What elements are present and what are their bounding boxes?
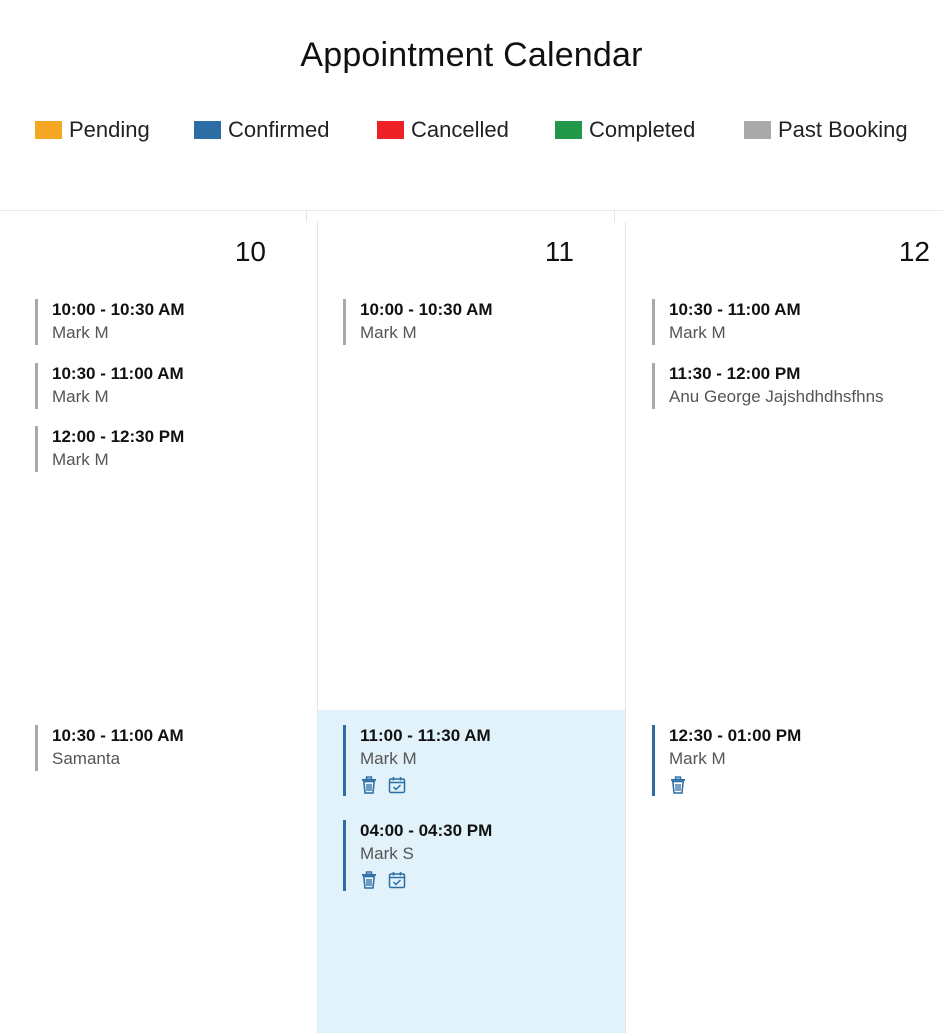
appointment-client-name: Mark M: [669, 749, 726, 768]
header-tick: [306, 210, 307, 222]
legend-swatch-pending: [35, 121, 62, 139]
trash-icon[interactable]: [360, 871, 378, 889]
appointment-time: 10:00 - 10:30 AM: [360, 300, 493, 319]
appointment-client-name: Mark M: [52, 450, 109, 469]
status-legend: Pending Confirmed Cancelled Completed Pa…: [0, 116, 943, 144]
appointment-card[interactable]: 10:30 - 11:00 AM Samanta: [35, 725, 184, 771]
appointment-client-name: Mark M: [669, 323, 726, 342]
column-divider: [625, 222, 626, 1033]
appointment-calendar-page: Appointment Calendar Pending Confirmed C…: [0, 0, 943, 1033]
calendar-check-icon[interactable]: [388, 871, 406, 889]
appointment-client-name: Anu George Jajshdhdhsfhns: [669, 387, 884, 406]
legend-item-pending: Pending: [35, 116, 150, 144]
appointment-time: 10:00 - 10:30 AM: [52, 300, 185, 319]
legend-swatch-completed: [555, 121, 582, 139]
appointment-time: 10:30 - 11:00 AM: [52, 364, 184, 383]
appointment-card[interactable]: 10:30 - 11:00 AM Mark M: [652, 299, 801, 345]
legend-swatch-cancelled: [377, 121, 404, 139]
appointment-actions: [360, 774, 491, 796]
appointment-actions: [669, 774, 801, 796]
appointment-client-name: Mark S: [360, 844, 414, 863]
legend-label-past-booking: Past Booking: [778, 117, 908, 142]
appointment-client-name: Mark M: [52, 387, 109, 406]
trash-icon[interactable]: [669, 776, 687, 794]
appointment-card[interactable]: 10:30 - 11:00 AM Mark M: [35, 363, 184, 409]
legend-swatch-past-booking: [744, 121, 771, 139]
legend-item-past-booking: Past Booking: [744, 116, 908, 144]
day-number-12[interactable]: 12: [862, 236, 930, 268]
appointment-time: 12:00 - 12:30 PM: [52, 427, 185, 446]
legend-item-confirmed: Confirmed: [194, 116, 329, 144]
appointment-time: 10:30 - 11:00 AM: [669, 300, 801, 319]
legend-label-confirmed: Confirmed: [228, 117, 330, 142]
appointment-time: 11:30 - 12:00 PM: [669, 364, 801, 383]
calendar-header-divider: [0, 210, 943, 211]
appointment-client-name: Mark M: [360, 323, 417, 342]
appointment-card[interactable]: 12:00 - 12:30 PM Mark M: [35, 426, 184, 472]
appointment-card[interactable]: 11:30 - 12:00 PM Anu George Jajshdhdhsfh…: [652, 363, 884, 409]
trash-icon[interactable]: [360, 776, 378, 794]
legend-swatch-confirmed: [194, 121, 221, 139]
appointment-time: 04:00 - 04:30 PM: [360, 821, 493, 840]
appointment-card[interactable]: 04:00 - 04:30 PM Mark S: [343, 820, 492, 891]
appointment-card[interactable]: 10:00 - 10:30 AM Mark M: [343, 299, 493, 345]
legend-label-pending: Pending: [69, 117, 150, 142]
header-tick: [614, 210, 615, 222]
legend-item-cancelled: Cancelled: [377, 116, 509, 144]
appointment-card[interactable]: 10:00 - 10:30 AM Mark M: [35, 299, 185, 345]
day-number-10[interactable]: 10: [200, 236, 266, 268]
appointment-time: 12:30 - 01:00 PM: [669, 726, 802, 745]
appointment-card[interactable]: 12:30 - 01:00 PM Mark M: [652, 725, 801, 796]
page-title: Appointment Calendar: [300, 36, 643, 74]
appointment-client-name: Samanta: [52, 749, 121, 768]
appointment-time: 11:00 - 11:30 AM: [360, 726, 491, 745]
day-number-11[interactable]: 11: [508, 236, 574, 268]
legend-label-cancelled: Cancelled: [411, 117, 509, 142]
legend-item-completed: Completed: [555, 116, 695, 144]
appointment-actions: [360, 869, 492, 891]
calendar-check-icon[interactable]: [388, 776, 406, 794]
appointment-time: 10:30 - 11:00 AM: [52, 726, 184, 745]
column-divider: [317, 222, 318, 1033]
appointment-client-name: Mark M: [360, 749, 417, 768]
appointment-client-name: Mark M: [52, 323, 109, 342]
legend-label-completed: Completed: [589, 117, 696, 142]
appointment-card[interactable]: 11:00 - 11:30 AM Mark M: [343, 725, 491, 796]
